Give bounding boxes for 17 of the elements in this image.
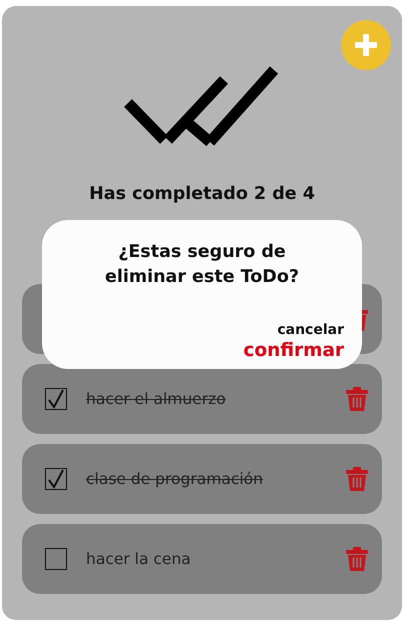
cancel-button[interactable]: cancelar <box>277 322 344 338</box>
checkbox[interactable] <box>45 388 67 410</box>
trash-icon[interactable] <box>346 467 368 491</box>
checkbox[interactable] <box>45 468 67 490</box>
checkmark-icon <box>47 389 65 409</box>
checkmark-icon <box>47 469 65 489</box>
todo-text: hacer la cena <box>86 550 192 568</box>
confirm-button[interactable]: confirmar <box>243 340 344 361</box>
completed-count: Has completado 2 de 4 <box>88 184 316 204</box>
plus-icon <box>353 32 379 58</box>
trash-icon[interactable] <box>346 547 368 571</box>
trash-icon[interactable] <box>346 387 368 411</box>
todo-text: clase de programación <box>86 470 264 488</box>
dialog-question: ¿Estas seguro de eliminar este ToDo? <box>104 241 300 289</box>
add-button[interactable] <box>341 20 391 70</box>
todo-text: hacer el almuerzo <box>86 390 227 408</box>
checkbox[interactable] <box>45 548 67 570</box>
